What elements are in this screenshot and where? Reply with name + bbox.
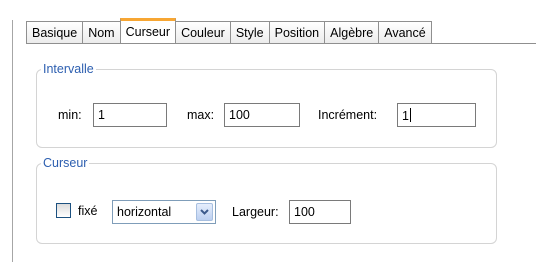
tab-style[interactable]: Style bbox=[229, 21, 270, 43]
orientation-select-value: horizontal bbox=[117, 205, 172, 219]
properties-dialog: Basique Nom Curseur Couleur Style Positi… bbox=[0, 0, 536, 262]
tab-avance[interactable]: Avancé bbox=[378, 21, 432, 43]
tab-strip: Basique Nom Curseur Couleur Style Positi… bbox=[26, 18, 432, 43]
fixed-checkbox[interactable] bbox=[56, 203, 71, 218]
intervalle-legend: Intervalle bbox=[43, 62, 94, 76]
tab-basique[interactable]: Basique bbox=[26, 21, 84, 43]
max-label: max: bbox=[187, 108, 215, 122]
tab-couleur[interactable]: Couleur bbox=[175, 21, 231, 43]
increment-label: Incrément: bbox=[318, 108, 378, 122]
left-divider bbox=[12, 20, 13, 262]
max-input[interactable]: 100 bbox=[224, 103, 300, 127]
curseur-legend: Curseur bbox=[43, 156, 88, 170]
max-input-value: 100 bbox=[229, 108, 250, 122]
curseur-group: Curseur bbox=[36, 156, 497, 244]
increment-input-value: 1 bbox=[402, 109, 409, 123]
tab-panel-curseur: Intervalle min: 1 max: 100 Incrément: 1 … bbox=[26, 44, 536, 262]
width-input[interactable]: 100 bbox=[289, 200, 351, 224]
min-input-value: 1 bbox=[98, 108, 105, 122]
tab-nom[interactable]: Nom bbox=[82, 21, 121, 43]
fixed-label: fixé bbox=[78, 204, 98, 218]
tab-algebre[interactable]: Algèbre bbox=[324, 21, 380, 43]
min-input[interactable]: 1 bbox=[93, 103, 167, 127]
min-label: min: bbox=[58, 108, 82, 122]
increment-input[interactable]: 1 bbox=[397, 103, 476, 127]
chevron-down-icon[interactable] bbox=[196, 203, 213, 221]
width-label: Largeur: bbox=[232, 205, 279, 219]
tab-curseur[interactable]: Curseur bbox=[119, 18, 177, 43]
width-input-value: 100 bbox=[294, 205, 315, 219]
tab-position[interactable]: Position bbox=[268, 21, 326, 43]
text-caret bbox=[409, 108, 411, 122]
orientation-select[interactable]: horizontal bbox=[112, 200, 216, 224]
